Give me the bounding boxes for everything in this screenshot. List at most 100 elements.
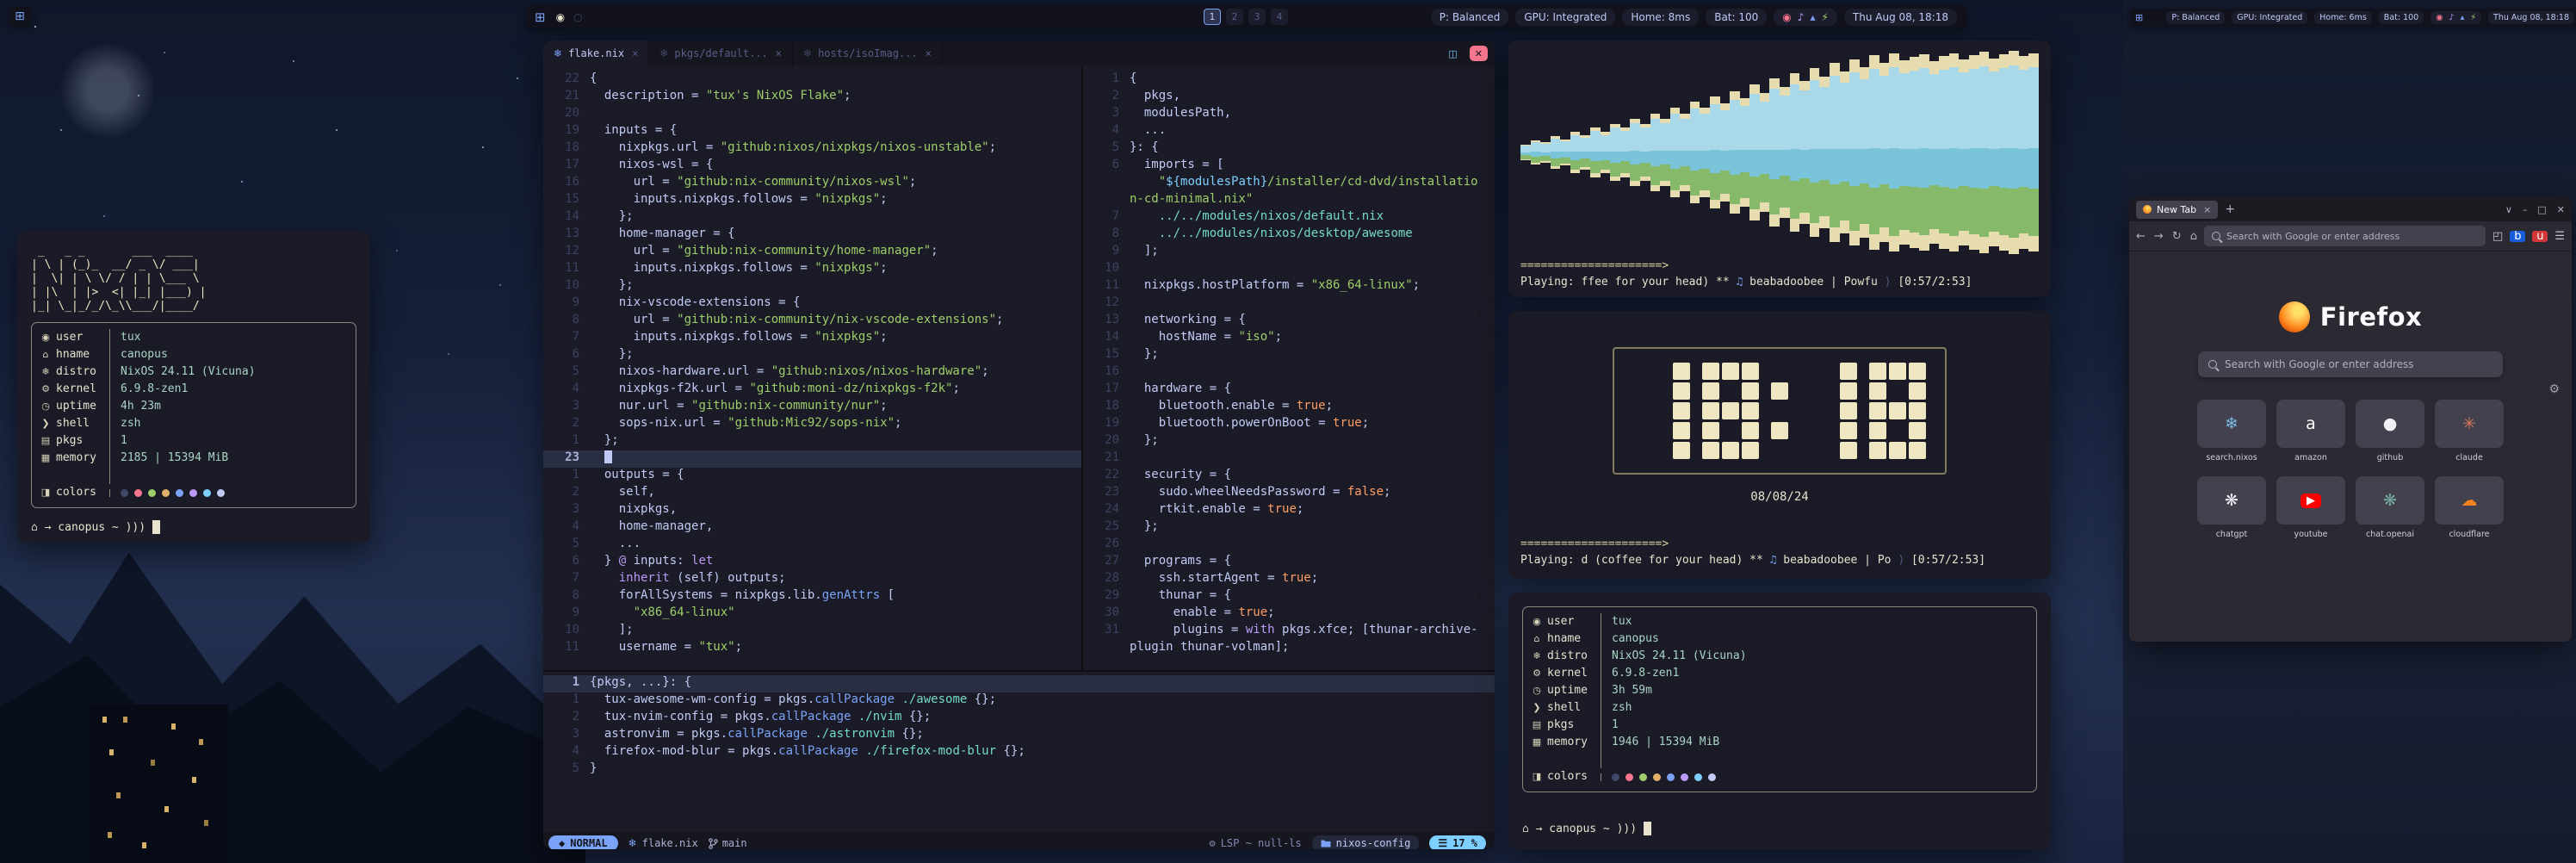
firefox-window[interactable]: New Tab × + ∨ –□ ✕ ← → ↻ ⌂ Search with Googl… — [2129, 197, 2572, 642]
fetch-spacer — [35, 467, 347, 484]
editor-pane-pkgs[interactable]: 1{pkgs, ...}: {1 tux-awesome-wm-config =… — [543, 670, 1495, 832]
line-number: 19 — [543, 123, 590, 140]
bar-modules-right: P: Balanced GPU: Integrated Home: 6ms Ba… — [2166, 11, 2574, 24]
code-line: 22{ — [543, 71, 1081, 89]
viz-bar — [1849, 59, 1860, 246]
launcher-button[interactable]: ⊞ — [535, 9, 546, 25]
network-icon[interactable]: ▴ — [2461, 13, 2465, 22]
maximize-button[interactable]: □ — [2537, 204, 2546, 215]
ping-module: Home: 6ms — [2314, 11, 2372, 24]
code-line: 21 — [1083, 450, 1495, 468]
firefox-logo-icon — [2279, 301, 2310, 332]
code-line: 17 hardware = { — [1083, 382, 1495, 399]
fetch-row-distro: ❄distroNixOS 24.11 (Vicuna) — [1526, 648, 2028, 665]
audio-visualizer — [1520, 49, 2039, 256]
music-icon[interactable]: ♪ — [1798, 11, 1805, 23]
code-line: 10 — [1083, 261, 1495, 278]
ublock-icon[interactable]: u — [2532, 231, 2548, 242]
extensions-puzzle-icon[interactable]: ◰ — [2492, 230, 2503, 243]
workspace-1[interactable]: 1 — [1204, 9, 1221, 25]
code-line: 3 nixpkgs, — [543, 502, 1081, 519]
code-line: 20 }; — [1083, 433, 1495, 450]
newtab-search-input[interactable]: Search with Google or enter address — [2198, 351, 2503, 377]
line-number: 7 — [543, 571, 590, 588]
editor-pane-flake[interactable]: 22{21 description = "tux's NixOS Flake";… — [543, 66, 1083, 670]
viz-bar — [2009, 51, 2019, 253]
git-branch-icon — [709, 838, 718, 849]
workspace-2[interactable]: 2 — [1226, 9, 1243, 25]
gpu-module: GPU: Integrated — [2232, 11, 2307, 24]
fetch-row-hname: ⌂hnamecanopus — [35, 346, 347, 363]
list-tabs-chevron[interactable]: ∨ — [2505, 204, 2512, 215]
clock-module: Thu Aug 08, 18:18 — [1844, 9, 1957, 26]
shortcut-amazon[interactable]: aamazon — [2276, 400, 2345, 463]
code-line: 9 "x86_64-linux" — [543, 605, 1081, 623]
viz-bar — [1979, 52, 1990, 252]
reload-icon[interactable]: ↻ — [2172, 230, 2182, 243]
viz-bar — [1640, 124, 1650, 182]
tab-close-button[interactable]: × — [2203, 204, 2211, 215]
menu-icon[interactable]: ☰ — [2554, 230, 2565, 243]
fetch-terminal-window-left[interactable]: _ _ _ ___ ____| \ | (_)_ __/ _ \/ ___|| … — [17, 231, 370, 543]
shortcut-github[interactable]: ●github — [2356, 400, 2424, 463]
workspace-3[interactable]: 3 — [1248, 9, 1266, 25]
shortcut-cloudflare[interactable]: ☁cloudflare — [2435, 476, 2504, 539]
record-icon[interactable]: ◉ — [2436, 13, 2443, 22]
code-line: 3 nur.url = "github:nix-community/nur"; — [543, 399, 1081, 416]
line-number: 9 — [1083, 244, 1130, 261]
code-line: 5 ... — [543, 537, 1081, 554]
tag-inactive[interactable]: ○ — [573, 11, 582, 23]
shortcut-youtube[interactable]: ▶youtube — [2276, 476, 2345, 539]
code-line: 16 — [1083, 364, 1495, 382]
window-close-button[interactable]: ✕ — [1470, 46, 1488, 61]
shell-prompt[interactable]: ⌂ → canopus ~ ))) — [31, 520, 356, 534]
clock-window[interactable]: 08/08/24 =====================> Playing:… — [1508, 311, 2051, 579]
fetch-row-memory: ▦memory1946 | 15394 MiB — [1526, 734, 2028, 751]
shell-prompt[interactable]: ⌂ → canopus ~ ))) — [1522, 822, 2037, 835]
shortcut-chatgpt[interactable]: ❋chatgpt — [2197, 476, 2266, 539]
viz-bar — [1620, 127, 1631, 177]
fetch-row-distro: ❄distroNixOS 24.11 (Vicuna) — [35, 363, 347, 381]
shortcut-search.nixos[interactable]: ❄search.nixos — [2197, 400, 2266, 463]
network-icon[interactable]: ▴ — [1810, 11, 1815, 23]
tab-flake-nix[interactable]: ❄ flake.nix × — [543, 40, 649, 66]
url-bar[interactable]: Search with Google or enter address — [2204, 226, 2486, 246]
code-line: 30 enable = true; — [1083, 605, 1495, 623]
power-icon[interactable]: ⚡ — [1821, 11, 1828, 23]
launcher-button-left[interactable]: ⊞ — [9, 7, 31, 26]
workspace-4[interactable]: 4 — [1271, 9, 1288, 25]
code-line: 2 pkgs, — [1083, 89, 1495, 106]
newtab-settings-gear-icon[interactable]: ⚙ — [2548, 382, 2560, 396]
close-button[interactable]: ✕ — [2557, 204, 2565, 215]
tab-close-icon[interactable]: × — [632, 47, 638, 59]
music-icon[interactable]: ♪ — [2449, 13, 2455, 22]
power-icon[interactable]: ⚡ — [2470, 13, 2476, 22]
firefox-tab-newtab[interactable]: New Tab × — [2136, 201, 2218, 219]
home-icon[interactable]: ⌂ — [2190, 230, 2197, 243]
workspace-switcher: 1 2 3 4 — [1204, 9, 1288, 25]
new-tab-button[interactable]: + — [2225, 202, 2235, 216]
record-icon[interactable]: ◉ — [1782, 11, 1791, 23]
minimize-button[interactable]: – — [2523, 204, 2528, 215]
tab-hosts-iso[interactable]: ❄ hosts/isoImag... × — [793, 40, 943, 66]
fetch-terminal-window[interactable]: ◉usertux⌂hnamecanopus❄distroNixOS 24.11 … — [1508, 593, 2051, 849]
tab-close-icon[interactable]: × — [776, 47, 782, 59]
tab-pkgs-default[interactable]: ❄ pkgs/default... × — [649, 40, 793, 66]
line-number: 9 — [543, 605, 590, 623]
code-line: 8 url = "github:nix-community/nix-vscode… — [543, 313, 1081, 330]
code-line: 2 sops-nix.url = "github:Mic92/sops-nix"… — [543, 416, 1081, 433]
bitwarden-icon[interactable]: b — [2510, 231, 2525, 242]
neovim-window[interactable]: ❄ flake.nix × ❄ pkgs/default... × ❄ host… — [543, 40, 1495, 849]
tab-close-icon[interactable]: × — [926, 47, 932, 59]
shortcut-chat.openai[interactable]: ❋chat.openai — [2356, 476, 2424, 539]
editor-pane-iso[interactable]: 1{2 pkgs,3 modulesPath,4 ...5}: {6 impor… — [1083, 66, 1495, 670]
buffer-pick-button[interactable]: ◫ — [1443, 46, 1462, 61]
tag-active[interactable]: ◉ — [556, 11, 565, 23]
back-icon[interactable]: ← — [2136, 230, 2146, 243]
firefox-nav-toolbar: ← → ↻ ⌂ Search with Google or enter address… — [2129, 221, 2572, 251]
viz-bar — [1959, 59, 1969, 246]
launcher-button-right[interactable]: ⊞ — [2135, 12, 2143, 23]
forward-icon[interactable]: → — [2154, 230, 2164, 243]
shortcut-claude[interactable]: ✳claude — [2435, 400, 2504, 463]
music-visualizer-window[interactable]: =====================> Playing: ffee for… — [1508, 40, 2051, 297]
